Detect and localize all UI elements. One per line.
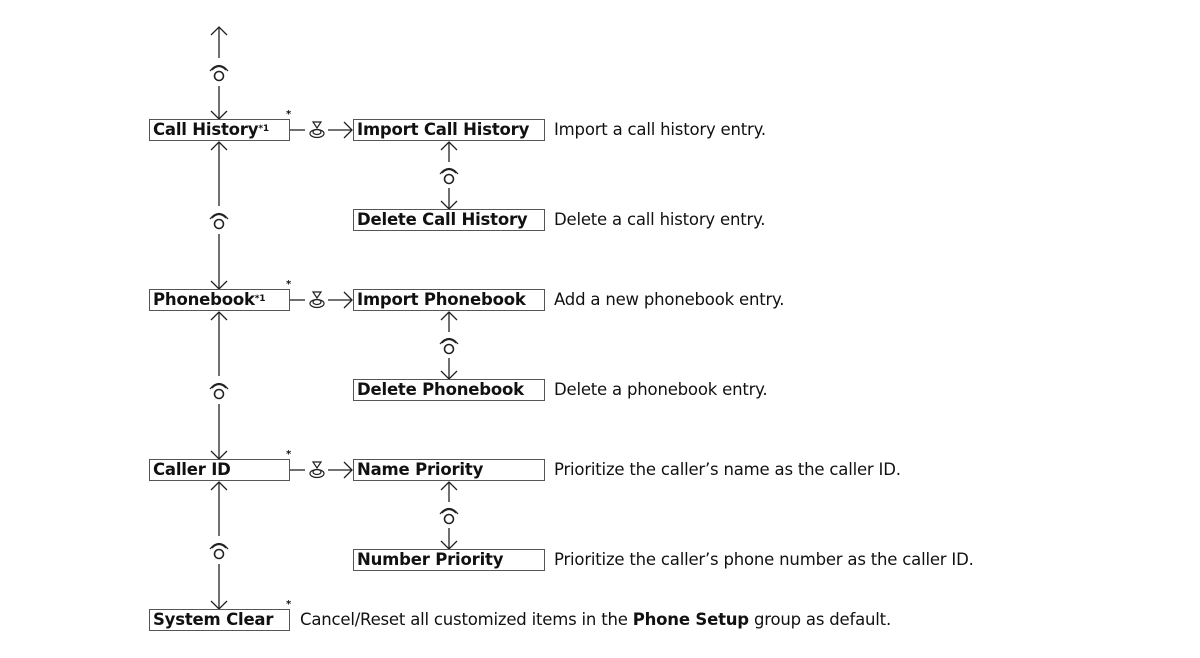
footnote-ref: *1 xyxy=(258,124,269,134)
description-text: group as default. xyxy=(748,610,891,629)
menu-item-phonebook[interactable]: Phonebook*1 xyxy=(149,289,290,311)
menu-item-caller-id[interactable]: Caller ID xyxy=(149,459,290,481)
description: Prioritize the caller’s phone number as … xyxy=(554,550,974,569)
asterisk-marker: * xyxy=(286,109,292,120)
description: Delete a phonebook entry. xyxy=(554,380,768,399)
phone-setup-emphasis: Phone Setup xyxy=(632,610,749,629)
submenu-item-label: Name Priority xyxy=(357,460,484,479)
submenu-item-number-priority[interactable]: Number Priority xyxy=(353,549,545,571)
submenu-item-delete-phonebook[interactable]: Delete Phonebook xyxy=(353,379,545,401)
footnote-ref: *1 xyxy=(254,294,266,304)
menu-item-call-history[interactable]: Call History*1 xyxy=(149,119,290,141)
submenu-item-import-call-history[interactable]: Import Call History xyxy=(353,119,545,141)
submenu-item-label: Delete Call History xyxy=(357,210,528,229)
submenu-item-label: Import Call History xyxy=(357,120,530,139)
submenu-item-label: Import Phonebook xyxy=(357,290,526,309)
menu-item-label: System Clear xyxy=(153,610,274,629)
menu-item-label: Call History xyxy=(153,120,259,139)
rotate-dial-icon xyxy=(209,212,229,230)
asterisk-marker: * xyxy=(286,599,292,610)
description-text: Cancel/Reset all customized items in the xyxy=(300,610,633,629)
press-dial-icon xyxy=(309,121,325,139)
description: Delete a call history entry. xyxy=(554,210,766,229)
menu-item-system-clear[interactable]: System Clear xyxy=(149,609,290,631)
asterisk-marker: * xyxy=(286,449,292,460)
rotate-dial-icon xyxy=(439,507,459,525)
rotate-dial-icon xyxy=(209,64,229,82)
submenu-item-delete-call-history[interactable]: Delete Call History xyxy=(353,209,545,231)
submenu-item-label: Delete Phonebook xyxy=(357,380,524,399)
rotate-dial-icon xyxy=(209,382,229,400)
description: Add a new phonebook entry. xyxy=(554,290,785,309)
press-dial-icon xyxy=(309,291,325,309)
rotate-dial-icon xyxy=(439,167,459,185)
menu-item-label: Caller ID xyxy=(153,460,231,479)
menu-item-label: Phonebook xyxy=(153,290,255,309)
rotate-dial-icon xyxy=(439,337,459,355)
asterisk-marker: * xyxy=(286,279,292,290)
submenu-item-label: Number Priority xyxy=(357,550,504,569)
press-dial-icon xyxy=(309,461,325,479)
submenu-item-import-phonebook[interactable]: Import Phonebook xyxy=(353,289,545,311)
description: Prioritize the caller’s name as the call… xyxy=(554,460,901,479)
submenu-item-name-priority[interactable]: Name Priority xyxy=(353,459,545,481)
rotate-dial-icon xyxy=(209,542,229,560)
system-clear-description: Cancel/Reset all customized items in the… xyxy=(300,609,891,631)
description: Import a call history entry. xyxy=(554,120,766,139)
